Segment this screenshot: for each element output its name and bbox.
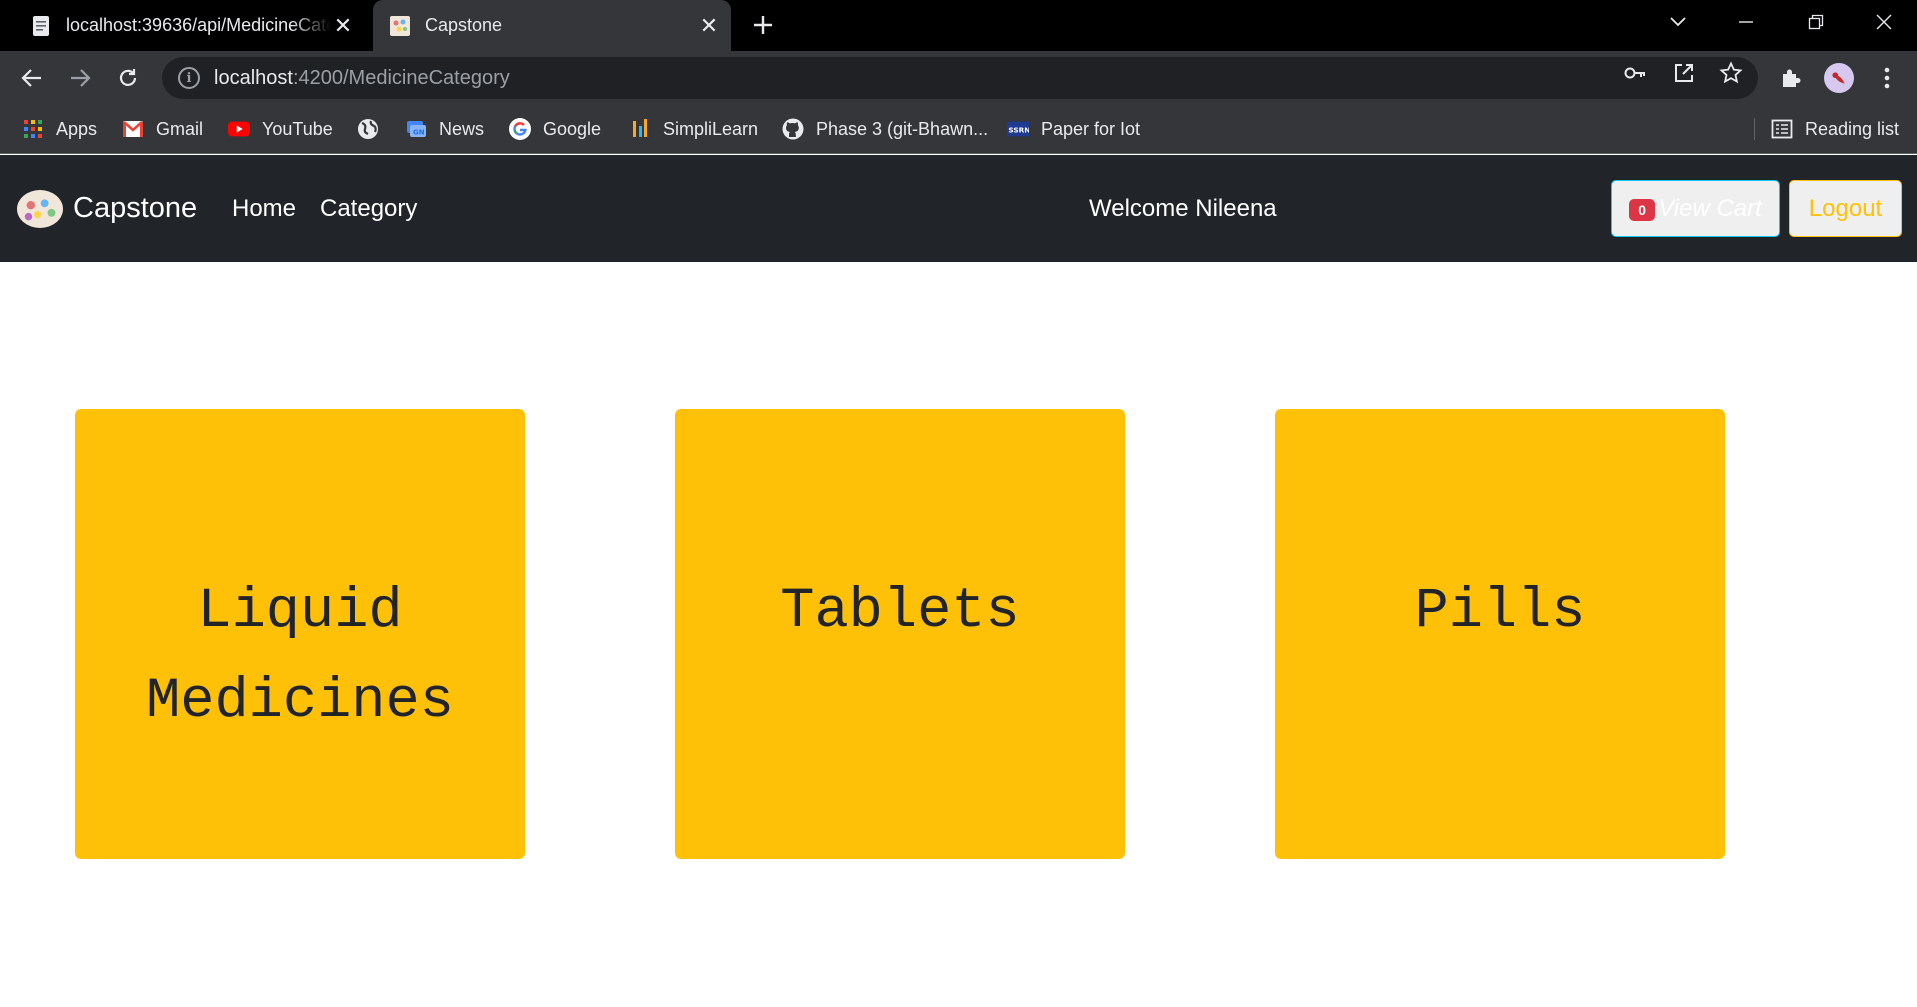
- bookmark-label: Google: [543, 118, 602, 139]
- bookmark-label: YouTube: [262, 118, 333, 139]
- bookmark-gmail[interactable]: Gmail: [122, 116, 203, 142]
- bookmark-simplilearn[interactable]: SimpliLearn: [629, 116, 758, 142]
- star-bookmark-icon[interactable]: [1718, 60, 1744, 86]
- reload-icon[interactable]: [110, 60, 146, 96]
- apps-grid-icon: [22, 118, 44, 140]
- ssrn-icon: SSRN: [1007, 118, 1029, 140]
- key-icon[interactable]: [1622, 60, 1648, 86]
- bookmark-news[interactable]: GN News: [405, 116, 484, 142]
- category-title: Pills: [1414, 580, 1586, 644]
- bookmark-label: SimpliLearn: [663, 118, 759, 139]
- nav-link-category[interactable]: Category: [320, 155, 417, 262]
- news-icon: GN: [405, 118, 427, 140]
- brand-link[interactable]: Capstone: [17, 155, 197, 262]
- bookmarks-bar: Apps Gmail YouTube GN News Google Simpli…: [0, 104, 1917, 154]
- reading-list-label: Reading list: [1805, 118, 1900, 139]
- close-icon[interactable]: ✕: [697, 13, 721, 38]
- forward-arrow-icon[interactable]: [62, 60, 98, 96]
- reading-list-icon: [1771, 118, 1793, 140]
- restore-icon[interactable]: [1786, 0, 1846, 44]
- category-card-liquid-medicines[interactable]: Liquid Medicines: [75, 409, 525, 859]
- bookmark-github-phase3[interactable]: Phase 3 (git-Bhawn...: [782, 116, 988, 142]
- bookmark-label: Phase 3 (git-Bhawn...: [816, 118, 989, 139]
- bookmarks-separator: [1754, 118, 1755, 140]
- google-icon: [509, 118, 531, 140]
- welcome-message: Welcome Nileena: [1089, 194, 1277, 222]
- svg-text:GN: GN: [413, 129, 425, 137]
- bookmark-globe[interactable]: [357, 116, 391, 142]
- category-card-tablets[interactable]: Tablets: [675, 409, 1125, 859]
- brand-name: Capstone: [73, 192, 198, 224]
- logout-button[interactable]: Logout: [1789, 180, 1902, 237]
- browser-menu-icon[interactable]: [1872, 63, 1902, 93]
- bookmark-label: Gmail: [156, 118, 204, 139]
- capstone-favicon-icon: [389, 15, 411, 37]
- profile-avatar[interactable]: [1824, 63, 1854, 93]
- view-cart-button[interactable]: 0 View Cart: [1611, 180, 1780, 237]
- browser-toolbar: i localhost:4200/MedicineCategory: [0, 51, 1917, 104]
- site-info-icon[interactable]: i: [178, 67, 200, 89]
- category-card-pills[interactable]: Pills: [1275, 409, 1725, 859]
- globe-icon: [357, 118, 379, 140]
- back-arrow-icon[interactable]: [14, 60, 50, 96]
- address-bar[interactable]: i localhost:4200/MedicineCategory: [162, 57, 1758, 99]
- url-host: localhost: [214, 66, 293, 89]
- github-icon: [782, 118, 804, 140]
- bookmark-youtube[interactable]: YouTube: [228, 116, 333, 142]
- simplilearn-icon: [629, 118, 651, 140]
- bookmark-label: Paper for Iot: [1041, 118, 1141, 139]
- window-close-icon[interactable]: [1854, 0, 1914, 44]
- view-cart-label: View Cart: [1658, 194, 1762, 222]
- category-title: Liquid Medicines: [146, 580, 454, 734]
- browser-tab-strip: localhost:39636/api/MedicineCategory ✕ C…: [0, 0, 1917, 51]
- tab-capstone[interactable]: Capstone ✕: [373, 0, 731, 51]
- extensions-puzzle-icon[interactable]: [1776, 63, 1806, 93]
- document-icon: [30, 15, 52, 37]
- nav-link-home[interactable]: Home: [232, 155, 296, 262]
- category-title: Tablets: [780, 580, 1020, 644]
- minimize-icon[interactable]: [1716, 0, 1776, 44]
- url-path: :4200/MedicineCategory: [292, 66, 510, 89]
- close-icon[interactable]: ✕: [331, 13, 355, 38]
- new-tab-plus-icon[interactable]: [746, 8, 780, 42]
- bookmark-label: News: [439, 118, 485, 139]
- bookmark-google[interactable]: Google: [509, 116, 601, 142]
- tab-search-chevron-down-icon[interactable]: [1648, 0, 1708, 44]
- cart-count-badge: 0: [1629, 199, 1656, 221]
- tab-title: localhost:39636/api/MedicineCategory: [66, 15, 331, 35]
- bookmark-label: Apps: [56, 118, 98, 139]
- brand-logo: [17, 189, 63, 228]
- gmail-icon: [122, 118, 144, 140]
- open-in-app-icon[interactable]: [1671, 60, 1697, 86]
- youtube-icon: [228, 118, 250, 140]
- reading-list-button[interactable]: Reading list: [1771, 116, 1899, 142]
- svg-text:SSRN: SSRN: [1008, 126, 1029, 135]
- app-navbar: Capstone Home Category Welcome Nileena 0…: [0, 155, 1917, 262]
- tab-api-medicine-category[interactable]: localhost:39636/api/MedicineCategory ✕: [12, 0, 365, 51]
- bookmark-apps[interactable]: Apps: [22, 116, 97, 142]
- bookmark-paper-iot[interactable]: SSRN Paper for Iot: [1007, 116, 1140, 142]
- tab-title: Capstone: [425, 15, 503, 35]
